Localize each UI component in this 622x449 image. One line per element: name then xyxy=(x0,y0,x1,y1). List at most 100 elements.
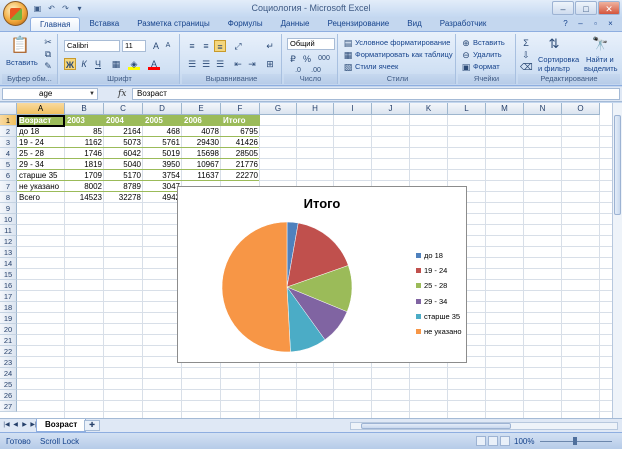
find-select-line2[interactable]: выделить xyxy=(584,64,618,73)
row-header-3[interactable]: 3 xyxy=(0,137,17,148)
fill-color-icon[interactable]: ◈ xyxy=(128,58,140,70)
vertical-scroll-thumb[interactable] xyxy=(614,115,621,215)
align-middle-icon[interactable]: ≡ xyxy=(200,40,212,52)
tab-insert[interactable]: Вставка xyxy=(80,17,128,31)
grow-font-icon[interactable]: A xyxy=(150,40,162,52)
tab-home[interactable]: Главная xyxy=(30,17,81,31)
row-header-1[interactable]: 1 xyxy=(0,115,17,126)
column-header-g[interactable]: G xyxy=(260,103,297,115)
prev-sheet-icon[interactable]: ◀ xyxy=(12,421,19,428)
name-box[interactable]: age ▼ xyxy=(2,88,98,100)
tab-developer[interactable]: Разработчик xyxy=(431,17,496,31)
table-header-cell[interactable]: 2006 xyxy=(182,115,221,126)
chart-legend[interactable]: до 18 19 - 24 25 - 28 29 - 34 старше 35 не ук… xyxy=(416,248,462,339)
row-header-10[interactable]: 10 xyxy=(0,214,17,225)
row-header-24[interactable]: 24 xyxy=(0,368,17,379)
pie-slice-6[interactable] xyxy=(221,221,291,353)
column-header-f[interactable]: F xyxy=(221,103,260,115)
cut-icon[interactable]: ✂ xyxy=(42,36,54,48)
orientation-icon[interactable]: ⤢ xyxy=(232,40,244,52)
row-header-18[interactable]: 18 xyxy=(0,302,17,313)
column-header-n[interactable]: N xyxy=(524,103,562,115)
column-header-h[interactable]: H xyxy=(297,103,334,115)
pie-plot[interactable] xyxy=(220,217,370,367)
normal-view-icon[interactable] xyxy=(476,436,486,446)
column-header-d[interactable]: D xyxy=(143,103,182,115)
copy-icon[interactable]: ⧉ xyxy=(42,48,54,60)
currency-icon[interactable]: ₽ xyxy=(287,53,299,65)
horizontal-scrollbar[interactable] xyxy=(350,422,618,430)
delete-cells-button[interactable]: Удалить xyxy=(473,50,502,59)
row-header-19[interactable]: 19 xyxy=(0,313,17,324)
paste-button[interactable]: Вставить xyxy=(6,58,38,67)
pie-chart[interactable]: Итого до 18 19 - 24 25 - 28 29 - 34 старше 3… xyxy=(177,186,467,363)
row-header-4[interactable]: 4 xyxy=(0,148,17,159)
column-header-m[interactable]: M xyxy=(486,103,524,115)
column-header-a[interactable]: A xyxy=(17,103,65,115)
row-header-20[interactable]: 20 xyxy=(0,324,17,335)
legend-item[interactable]: до 18 xyxy=(416,248,462,263)
legend-item[interactable]: 29 - 34 xyxy=(416,294,462,309)
insert-cells-button[interactable]: Вставить xyxy=(473,38,505,47)
find-select-line1[interactable]: Найти и xyxy=(586,55,614,64)
italic-button[interactable]: К xyxy=(78,58,90,70)
select-all-button[interactable] xyxy=(0,103,17,115)
chart-title[interactable]: Итого xyxy=(178,196,466,211)
row-header-21[interactable]: 21 xyxy=(0,335,17,346)
column-header-b[interactable]: B xyxy=(65,103,104,115)
font-name-select[interactable]: Calibri xyxy=(64,40,120,52)
column-header-e[interactable]: E xyxy=(182,103,221,115)
row-header-22[interactable]: 22 xyxy=(0,346,17,357)
row-header-26[interactable]: 26 xyxy=(0,390,17,401)
row-header-14[interactable]: 14 xyxy=(0,258,17,269)
table-cell[interactable]: 32278 xyxy=(104,192,143,203)
horizontal-scroll-thumb[interactable] xyxy=(361,423,511,429)
row-header-25[interactable]: 25 xyxy=(0,379,17,390)
table-header-cell[interactable]: 2004 xyxy=(104,115,143,126)
sheet-tab-active[interactable]: Возраст xyxy=(36,419,87,432)
table-header-cell[interactable]: Итого xyxy=(221,115,260,126)
insert-function-button[interactable]: fx xyxy=(118,89,126,99)
row-header-27[interactable]: 27 xyxy=(0,401,17,412)
page-layout-view-icon[interactable] xyxy=(488,436,498,446)
font-color-icon[interactable]: A xyxy=(148,58,160,70)
row-header-2[interactable]: 2 xyxy=(0,126,17,137)
align-center-icon[interactable]: ☰ xyxy=(200,58,212,70)
row-header-13[interactable]: 13 xyxy=(0,247,17,258)
format-as-table-button[interactable]: Форматировать как таблицу xyxy=(355,50,453,59)
legend-item[interactable]: старше 35 xyxy=(416,309,462,324)
help-icon[interactable]: ? xyxy=(560,18,571,29)
borders-icon[interactable]: ▦ xyxy=(110,58,122,70)
table-cell[interactable]: 14523 xyxy=(65,192,104,203)
conditional-format-button[interactable]: Условное форматирование xyxy=(355,38,450,47)
wb-restore-icon[interactable]: ▫ xyxy=(590,18,601,29)
legend-item[interactable]: не указано xyxy=(416,324,462,339)
tab-view[interactable]: Вид xyxy=(398,17,430,31)
wrap-text-icon[interactable]: ↵ xyxy=(264,40,276,52)
row-header-16[interactable]: 16 xyxy=(0,280,17,291)
align-left-icon[interactable]: ☰ xyxy=(186,58,198,70)
row-header-5[interactable]: 5 xyxy=(0,159,17,170)
align-bottom-icon[interactable]: ≡ xyxy=(214,40,226,52)
autosum-icon[interactable]: Σ xyxy=(520,37,532,49)
office-button[interactable] xyxy=(3,1,28,26)
column-header-c[interactable]: C xyxy=(104,103,143,115)
row-header-8[interactable]: 8 xyxy=(0,192,17,203)
column-header-l[interactable]: L xyxy=(448,103,486,115)
formula-input[interactable]: Возраст xyxy=(132,88,620,100)
decrease-indent-icon[interactable]: ⇤ xyxy=(232,58,244,70)
table-cell[interactable]: Всего xyxy=(17,192,65,203)
row-header-12[interactable]: 12 xyxy=(0,236,17,247)
number-format-select[interactable]: Общий xyxy=(287,38,335,50)
wb-minimize-icon[interactable]: – xyxy=(575,18,586,29)
page-break-view-icon[interactable] xyxy=(500,436,510,446)
row-header-17[interactable]: 17 xyxy=(0,291,17,302)
tab-page-layout[interactable]: Разметка страницы xyxy=(128,17,219,31)
legend-item[interactable]: 25 - 28 xyxy=(416,278,462,293)
insert-sheet-icon[interactable]: ✚ xyxy=(84,420,100,431)
table-header-cell[interactable]: 2005 xyxy=(143,115,182,126)
row-header-11[interactable]: 11 xyxy=(0,225,17,236)
merge-center-icon[interactable]: ⊞ xyxy=(264,58,276,70)
row-header-6[interactable]: 6 xyxy=(0,170,17,181)
clear-icon[interactable]: ⌫ xyxy=(520,61,533,73)
